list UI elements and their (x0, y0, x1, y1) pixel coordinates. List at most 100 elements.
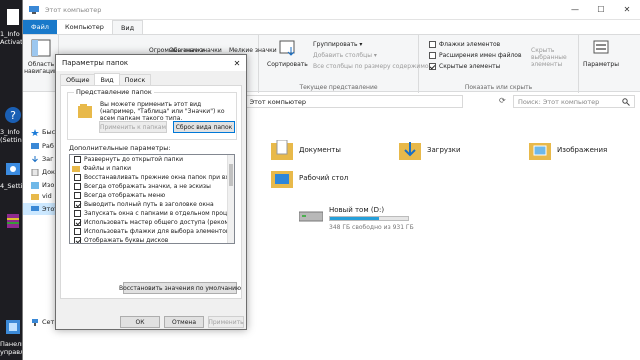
ribbon-group-current-view: Сортировать Группировать ▾ Добавить стол… (259, 35, 435, 93)
advanced-setting-row[interactable]: Использовать мастер общего доступа (реко… (70, 218, 234, 227)
checkbox[interactable] (74, 219, 81, 226)
advanced-setting-row[interactable]: Развернуть до открытой папки (70, 155, 234, 164)
folder-pictures[interactable]: Изображения (529, 140, 607, 160)
computer-icon (31, 205, 39, 211)
tab-search[interactable]: Поиск (118, 74, 152, 85)
folder-label: Рабочий стол (299, 174, 349, 182)
dialog-titlebar: Параметры папок ✕ (56, 55, 246, 71)
ribbon-tabs: Файл Компьютер Вид (23, 20, 640, 34)
checkbox[interactable] (74, 192, 81, 199)
checkbox[interactable] (74, 201, 81, 208)
sort-icon (279, 40, 295, 56)
sort-label: Сортировать (267, 61, 308, 68)
hidden-items-toggle[interactable]: Скрытые элементы (429, 63, 500, 70)
close-button[interactable]: ✕ (614, 0, 640, 20)
nav-item-desktop[interactable]: Раб (31, 142, 54, 150)
tab-view[interactable]: Вид (111, 20, 144, 34)
nav-item-videos[interactable]: vid (31, 192, 52, 200)
current-view-group-label: Текущее представление (299, 84, 378, 91)
size-columns-button[interactable]: Все столбцы по размеру содержимого (313, 63, 435, 70)
advanced-setting-row[interactable]: Файлы и папки (70, 164, 234, 173)
item-checkboxes-toggle[interactable]: Флажки элементов (429, 41, 500, 48)
tab-computer[interactable]: Компьютер (57, 20, 112, 34)
star-icon (31, 128, 39, 136)
group-by-label: Группировать (313, 41, 358, 48)
scrollbar-thumb[interactable] (229, 164, 233, 186)
hide-selected-button[interactable]: Скрыть выбранные элементы (531, 47, 579, 68)
downloads-folder-icon (399, 142, 421, 160)
ribbon-group-options: Параметры (579, 35, 623, 93)
checkbox[interactable] (74, 237, 81, 243)
ribbon-group-panes: Область навигации (23, 35, 59, 93)
address-text: Этот компьютер (249, 97, 307, 106)
nav-label: Заг (42, 155, 54, 163)
folder-documents[interactable]: Документы (271, 140, 341, 160)
document-icon (31, 168, 39, 176)
advanced-setting-row[interactable]: Запускать окна с папками в отдельном про… (70, 209, 234, 218)
minimize-button[interactable]: — (562, 0, 588, 20)
group-by-button[interactable]: Группировать ▾ (313, 41, 362, 48)
nav-item-quick-access[interactable]: Быс (31, 128, 55, 136)
advanced-setting-label: Восстанавливать прежние окна папок при в… (84, 174, 234, 181)
advanced-setting-label: Выводить полный путь в заголовке окна (84, 201, 214, 208)
folder-icon (31, 193, 39, 200)
nav-label: Раб (42, 142, 54, 150)
file-extensions-label: Расширения имен файлов (439, 52, 522, 59)
navigation-pane-icon (31, 39, 51, 57)
nav-item-downloads[interactable]: Заг (31, 155, 54, 163)
folder-view-icon (78, 104, 92, 118)
nav-item-documents[interactable]: Док (31, 168, 55, 176)
advanced-setting-row[interactable]: Восстанавливать прежние окна папок при в… (70, 173, 234, 182)
checkbox[interactable] (74, 183, 81, 190)
checkbox[interactable] (74, 228, 81, 235)
nav-label: Изо (42, 181, 55, 189)
advanced-setting-row[interactable]: Всегда отображать меню (70, 191, 234, 200)
advanced-setting-row[interactable]: Всегда отображать значки, а не эскизы (70, 182, 234, 191)
list-scrollbar[interactable] (227, 155, 234, 243)
cancel-button[interactable]: Отмена (164, 316, 204, 328)
search-input[interactable]: Поиск: Этот компьютер (513, 95, 635, 108)
maximize-button[interactable]: ☐ (588, 0, 614, 20)
advanced-setting-row[interactable]: Использовать флажки для выбора элементов (70, 227, 234, 236)
reset-folders-button[interactable]: Сброс вида папок (173, 121, 235, 133)
advanced-setting-row[interactable]: Выводить полный путь в заголовке окна (70, 200, 234, 209)
nav-item-pictures[interactable]: Изо (31, 181, 54, 189)
add-columns-button[interactable]: Добавить столбцы ▾ (313, 52, 377, 59)
tab-view[interactable]: Вид (94, 73, 120, 85)
ok-button[interactable]: ОК (120, 316, 160, 328)
search-icon (622, 97, 630, 106)
advanced-settings-list[interactable]: Развернуть до открытой папки Файлы и папк… (69, 154, 235, 244)
advanced-setting-row[interactable]: Отображать буквы дисков (70, 236, 234, 243)
layout-medium[interactable]: Обычные значки (169, 47, 222, 54)
control-panel-icon (6, 320, 20, 334)
tab-file[interactable]: Файл (23, 20, 57, 34)
archive-icon (7, 214, 19, 228)
drive-usage-fill (330, 217, 380, 220)
checkbox[interactable] (74, 210, 81, 217)
checkbox[interactable] (74, 156, 81, 163)
drive-name: Новый том (D:) (329, 206, 385, 214)
options-button[interactable]: Параметры (581, 39, 621, 68)
tab-general[interactable]: Общие (60, 74, 96, 85)
advanced-setting-label: Развернуть до открытой папки (84, 156, 184, 163)
options-label: Параметры (583, 61, 619, 68)
folder-downloads[interactable]: Загрузки (399, 140, 461, 160)
settings-app-icon (6, 163, 20, 175)
checkbox[interactable] (74, 174, 81, 181)
desktop-icon (31, 142, 39, 149)
dialog-close-button[interactable]: ✕ (228, 55, 246, 71)
file-extensions-toggle[interactable]: Расширения имен файлов (429, 52, 522, 59)
advanced-setting-label: Файлы и папки (83, 165, 132, 172)
show-hide-group-label: Показать или скрыть (464, 84, 533, 91)
apply-button[interactable]: Применить (208, 316, 244, 328)
sort-button[interactable]: Сортировать (267, 39, 308, 68)
help-icon: ? (5, 107, 21, 123)
advanced-setting-label: Использовать флажки для выбора элементов (84, 228, 230, 235)
apply-to-folders-button[interactable]: Применить к папкам (99, 121, 167, 133)
folder-desktop[interactable]: Рабочий стол (271, 168, 348, 188)
refresh-button[interactable]: ⟳ (499, 96, 506, 105)
address-bar[interactable]: › Этот компьютер (228, 95, 463, 108)
nav-label: Быс (42, 128, 56, 136)
restore-defaults-button[interactable]: Восстановить значения по умолчанию (119, 282, 241, 294)
download-icon (32, 155, 38, 162)
